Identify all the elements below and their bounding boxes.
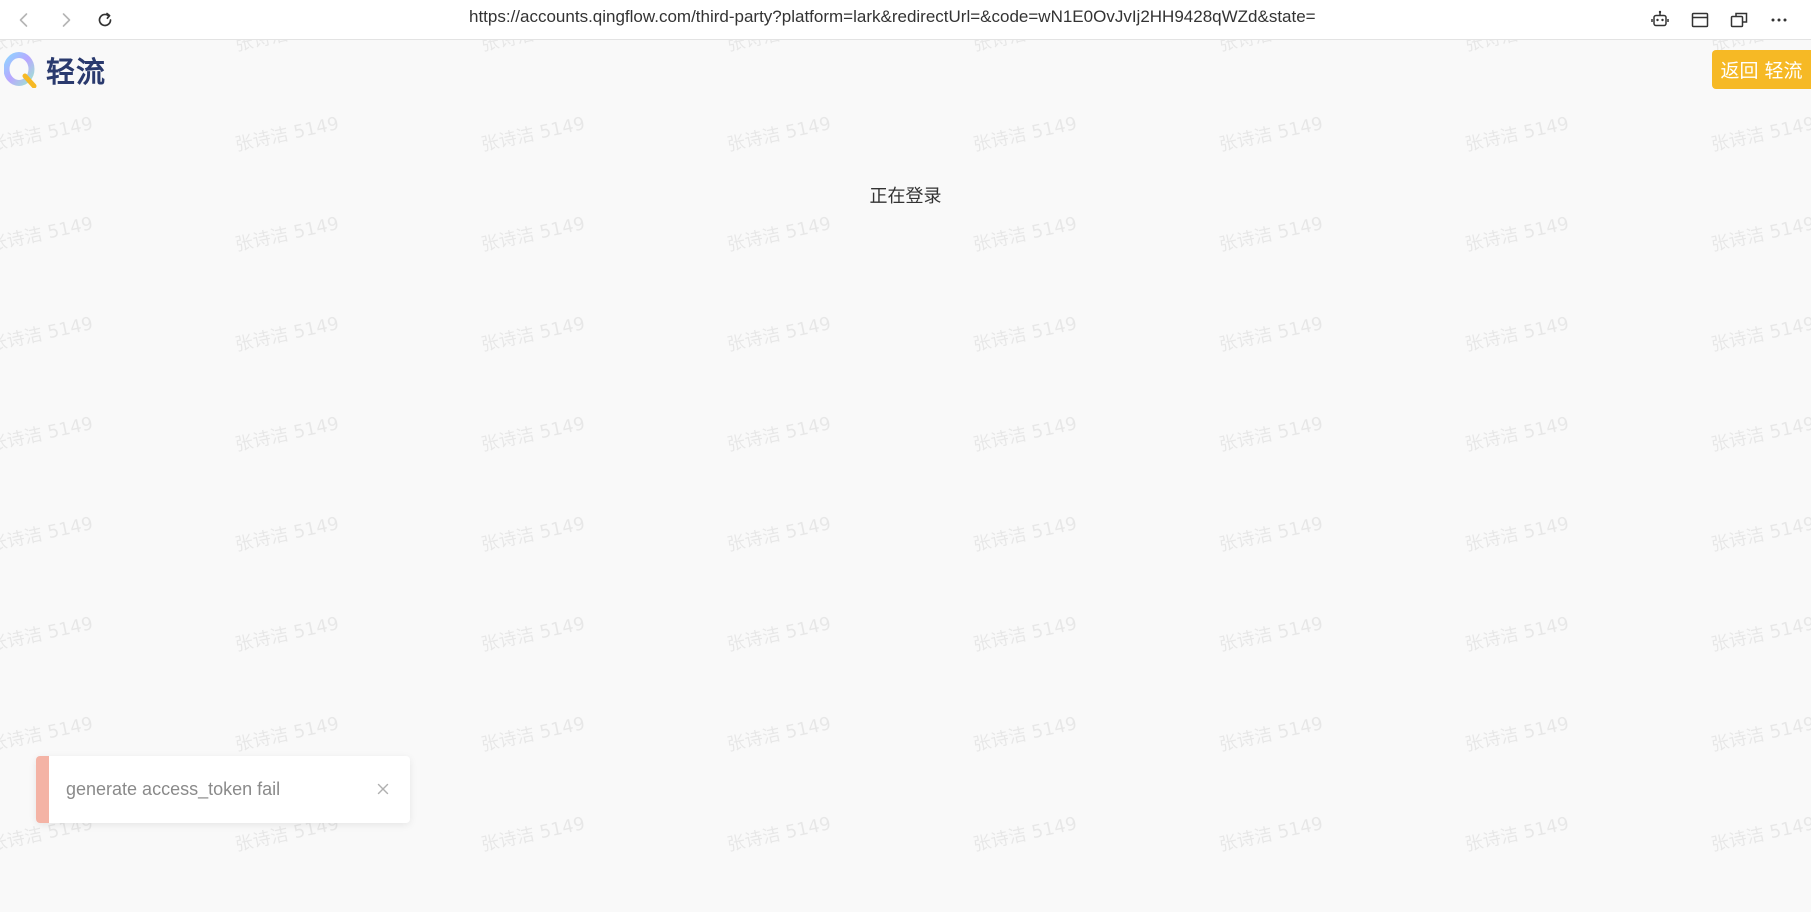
return-qingflow-button[interactable]: 返回 轻流 bbox=[1712, 50, 1811, 89]
close-icon bbox=[377, 783, 389, 795]
watermark-text: 张诗洁 5149 bbox=[725, 113, 833, 156]
qingflow-logo[interactable]: 轻流 bbox=[4, 50, 106, 90]
watermark-text: 张诗洁 5149 bbox=[233, 713, 341, 756]
watermark-text: 张诗洁 5149 bbox=[0, 213, 95, 256]
watermark-text: 张诗洁 5149 bbox=[1217, 113, 1325, 156]
watermark-text: 张诗洁 5149 bbox=[233, 513, 341, 556]
back-button[interactable] bbox=[9, 5, 39, 35]
watermark-text: 张诗洁 5149 bbox=[725, 413, 833, 456]
watermark-text: 张诗洁 5149 bbox=[479, 313, 587, 356]
split-window-button[interactable] bbox=[1724, 5, 1754, 35]
logo-text: 轻流 bbox=[46, 55, 107, 89]
browser-toolbar: https://accounts.qingflow.com/third-part… bbox=[0, 0, 1811, 40]
watermark-text: 张诗洁 5149 bbox=[1217, 513, 1325, 556]
watermark-text: 张诗洁 5149 bbox=[1709, 513, 1811, 556]
watermark-text: 张诗洁 5149 bbox=[1463, 313, 1571, 356]
more-icon bbox=[1771, 18, 1787, 22]
watermark-text: 张诗洁 5149 bbox=[1709, 813, 1811, 856]
watermark-text: 张诗洁 5149 bbox=[479, 213, 587, 256]
watermark-text: 张诗洁 5149 bbox=[1463, 713, 1571, 756]
watermark-text: 张诗洁 5149 bbox=[1709, 313, 1811, 356]
watermark-text: 张诗洁 5149 bbox=[479, 613, 587, 656]
login-status-text: 正在登录 bbox=[869, 186, 942, 207]
watermark-text: 张诗洁 5149 bbox=[1217, 813, 1325, 856]
watermark-text: 张诗洁 5149 bbox=[1709, 113, 1811, 156]
watermark-text: 张诗洁 5149 bbox=[971, 113, 1079, 156]
watermark-text: 张诗洁 5149 bbox=[1463, 513, 1571, 556]
watermark-text: 张诗洁 5149 bbox=[971, 713, 1079, 756]
chevron-right-icon bbox=[62, 13, 71, 27]
watermark-text: 张诗洁 5149 bbox=[1217, 613, 1325, 656]
watermark-text: 张诗洁 5149 bbox=[725, 813, 833, 856]
window-button[interactable] bbox=[1685, 5, 1715, 35]
watermark-text: 张诗洁 5149 bbox=[233, 213, 341, 256]
toast-close-button[interactable] bbox=[374, 780, 392, 798]
watermark-text: 张诗洁 5149 bbox=[1709, 713, 1811, 756]
watermark-text: 张诗洁 5149 bbox=[0, 413, 95, 456]
watermark-text: 张诗洁 5149 bbox=[1463, 213, 1571, 256]
chevron-left-icon bbox=[19, 13, 28, 27]
watermark-text: 张诗洁 5149 bbox=[233, 413, 341, 456]
watermark-text: 张诗洁 5149 bbox=[232, 40, 341, 57]
robot-button[interactable] bbox=[1645, 5, 1675, 35]
forward-button[interactable] bbox=[51, 5, 81, 35]
qingflow-logo-icon bbox=[4, 52, 37, 88]
watermark-text: 张诗洁 5149 bbox=[1217, 713, 1325, 756]
watermark-text: 张诗洁 5149 bbox=[724, 40, 833, 57]
watermark-text: 张诗洁 5149 bbox=[0, 113, 95, 156]
error-toast: generate access_token fail bbox=[36, 756, 410, 823]
watermark-text: 张诗洁 5149 bbox=[479, 713, 587, 756]
watermark-text: 张诗洁 5149 bbox=[233, 113, 341, 156]
watermark-text: 张诗洁 5149 bbox=[0, 713, 95, 756]
watermark-text: 张诗洁 5149 bbox=[233, 313, 341, 356]
watermark-text: 张诗洁 5149 bbox=[971, 213, 1079, 256]
watermark-text: 张诗洁 5149 bbox=[1463, 613, 1571, 656]
watermark-text: 张诗洁 5149 bbox=[970, 40, 1079, 57]
toast-status-bar bbox=[36, 756, 49, 823]
watermark-text: 张诗洁 5149 bbox=[1709, 213, 1811, 256]
watermark-text: 张诗洁 5149 bbox=[479, 813, 587, 856]
watermark-text: 张诗洁 5149 bbox=[1217, 413, 1325, 456]
watermark-text: 张诗洁 5149 bbox=[0, 613, 95, 656]
watermark-text: 张诗洁 5149 bbox=[233, 613, 341, 656]
watermark-text: 张诗洁 5149 bbox=[725, 613, 833, 656]
watermark-text: 张诗洁 5149 bbox=[1216, 40, 1325, 57]
watermark-text: 张诗洁 5149 bbox=[971, 313, 1079, 356]
watermark-text: 张诗洁 5149 bbox=[725, 713, 833, 756]
robot-icon bbox=[1651, 10, 1669, 27]
watermark-text: 张诗洁 5149 bbox=[971, 413, 1079, 456]
watermark-text: 张诗洁 5149 bbox=[0, 513, 95, 556]
watermark-text: 张诗洁 5149 bbox=[478, 40, 587, 57]
watermark-text: 张诗洁 5149 bbox=[1462, 40, 1571, 57]
watermark-text: 张诗洁 5149 bbox=[1709, 413, 1811, 456]
reload-icon bbox=[98, 12, 112, 27]
split-window-icon bbox=[1730, 12, 1748, 28]
watermark-text: 张诗洁 5149 bbox=[1217, 213, 1325, 256]
watermark-text: 张诗洁 5149 bbox=[479, 513, 587, 556]
watermark-text: 张诗洁 5149 bbox=[1463, 413, 1571, 456]
watermark-text: 张诗洁 5149 bbox=[725, 513, 833, 556]
watermark-text: 张诗洁 5149 bbox=[725, 213, 833, 256]
watermark-text: 张诗洁 5149 bbox=[479, 113, 587, 156]
watermark-text: 张诗洁 5149 bbox=[1463, 813, 1571, 856]
reload-button[interactable] bbox=[90, 5, 120, 35]
watermark-text: 张诗洁 5149 bbox=[479, 413, 587, 456]
address-bar[interactable]: https://accounts.qingflow.com/third-part… bbox=[469, 6, 1316, 28]
watermark-text: 张诗洁 5149 bbox=[1217, 313, 1325, 356]
watermark-text: 张诗洁 5149 bbox=[971, 813, 1079, 856]
watermark-text: 张诗洁 5149 bbox=[1709, 613, 1811, 656]
page-body: 张诗洁 5149 张诗洁 5149 张诗洁 5149 张诗洁 5149 张诗洁 5149… bbox=[0, 40, 1811, 912]
more-button[interactable] bbox=[1764, 5, 1794, 35]
watermark-text: 张诗洁 5149 bbox=[971, 613, 1079, 656]
toast-message: generate access_token fail bbox=[66, 779, 281, 799]
watermark-text: 张诗洁 5149 bbox=[971, 513, 1079, 556]
watermark-text: 张诗洁 5149 bbox=[0, 313, 95, 356]
watermark-text: 张诗洁 5149 bbox=[1463, 113, 1571, 156]
window-icon bbox=[1691, 12, 1709, 28]
watermark-text: 张诗洁 5149 bbox=[725, 313, 833, 356]
